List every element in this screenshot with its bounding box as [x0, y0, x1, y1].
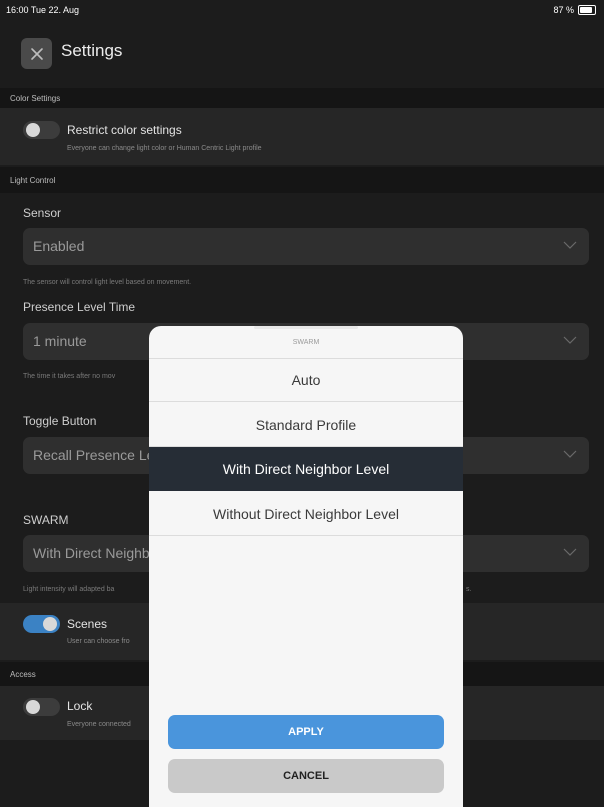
swarm-value: With Direct Neighb [33, 545, 150, 561]
restrict-color-toggle[interactable] [23, 121, 60, 139]
option-with-direct-neighbor-level[interactable]: With Direct Neighbor Level [149, 447, 463, 491]
section-color-settings: Color Settings [0, 88, 604, 108]
sheet-title: SWARM [149, 326, 463, 359]
status-bar: 16:00 Tue 22. Aug 87 % [0, 0, 604, 20]
swarm-picker-sheet: SWARM Auto Standard Profile With Direct … [149, 326, 463, 807]
page-title: Settings [61, 41, 123, 60]
restrict-color-sub: Everyone can change light color or Human… [67, 145, 262, 152]
restrict-color-label: Restrict color settings [67, 123, 182, 137]
header: Settings [0, 30, 604, 74]
battery-icon [578, 5, 596, 15]
cancel-button[interactable]: CANCEL [168, 759, 444, 793]
option-standard-profile[interactable]: Standard Profile [149, 403, 463, 447]
chevron-down-icon [563, 548, 577, 556]
scenes-sub: User can choose fro [67, 638, 130, 645]
presence-value: 1 minute [33, 333, 87, 349]
swarm-hint: Light intensity will adapted ba [23, 586, 115, 593]
battery-percent: 87 % [553, 5, 574, 15]
lock-label: Lock [67, 699, 93, 713]
apply-button[interactable]: APPLY [168, 715, 444, 749]
sheet-grabber-handle[interactable] [254, 326, 358, 329]
scenes-label: Scenes [67, 617, 108, 631]
presence-hint: The time it takes after no mov [23, 373, 116, 380]
chevron-down-icon [563, 450, 577, 458]
swarm-label: SWARM [23, 513, 69, 527]
option-without-direct-neighbor-level[interactable]: Without Direct Neighbor Level [149, 492, 463, 536]
battery-indicator: 87 % [553, 5, 596, 15]
option-auto[interactable]: Auto [149, 358, 463, 402]
row-restrict-color: Restrict color settings Everyone can cha… [0, 108, 604, 165]
toggle-knob [26, 123, 40, 137]
scenes-toggle[interactable] [23, 615, 60, 633]
sensor-dropdown[interactable]: Enabled [23, 228, 589, 265]
chevron-down-icon [563, 336, 577, 344]
section-light-control: Light Control [0, 167, 604, 193]
toggle-button-value: Recall Presence Le [33, 447, 155, 463]
sensor-label: Sensor [23, 206, 62, 220]
sensor-hint: The sensor will control light level base… [23, 279, 192, 286]
close-button[interactable] [21, 38, 52, 69]
status-time: 16:00 Tue 22. Aug [6, 5, 80, 15]
close-icon [30, 47, 43, 60]
chevron-down-icon [563, 241, 577, 249]
toggle-knob [43, 617, 57, 631]
toggle-knob [26, 700, 40, 714]
sensor-value: Enabled [33, 238, 85, 254]
presence-label: Presence Level Time [23, 300, 136, 314]
swarm-hint-tail: s. [466, 586, 472, 593]
lock-toggle[interactable] [23, 698, 60, 716]
lock-sub: Everyone connected [67, 721, 131, 728]
toggle-button-label: Toggle Button [23, 414, 97, 428]
